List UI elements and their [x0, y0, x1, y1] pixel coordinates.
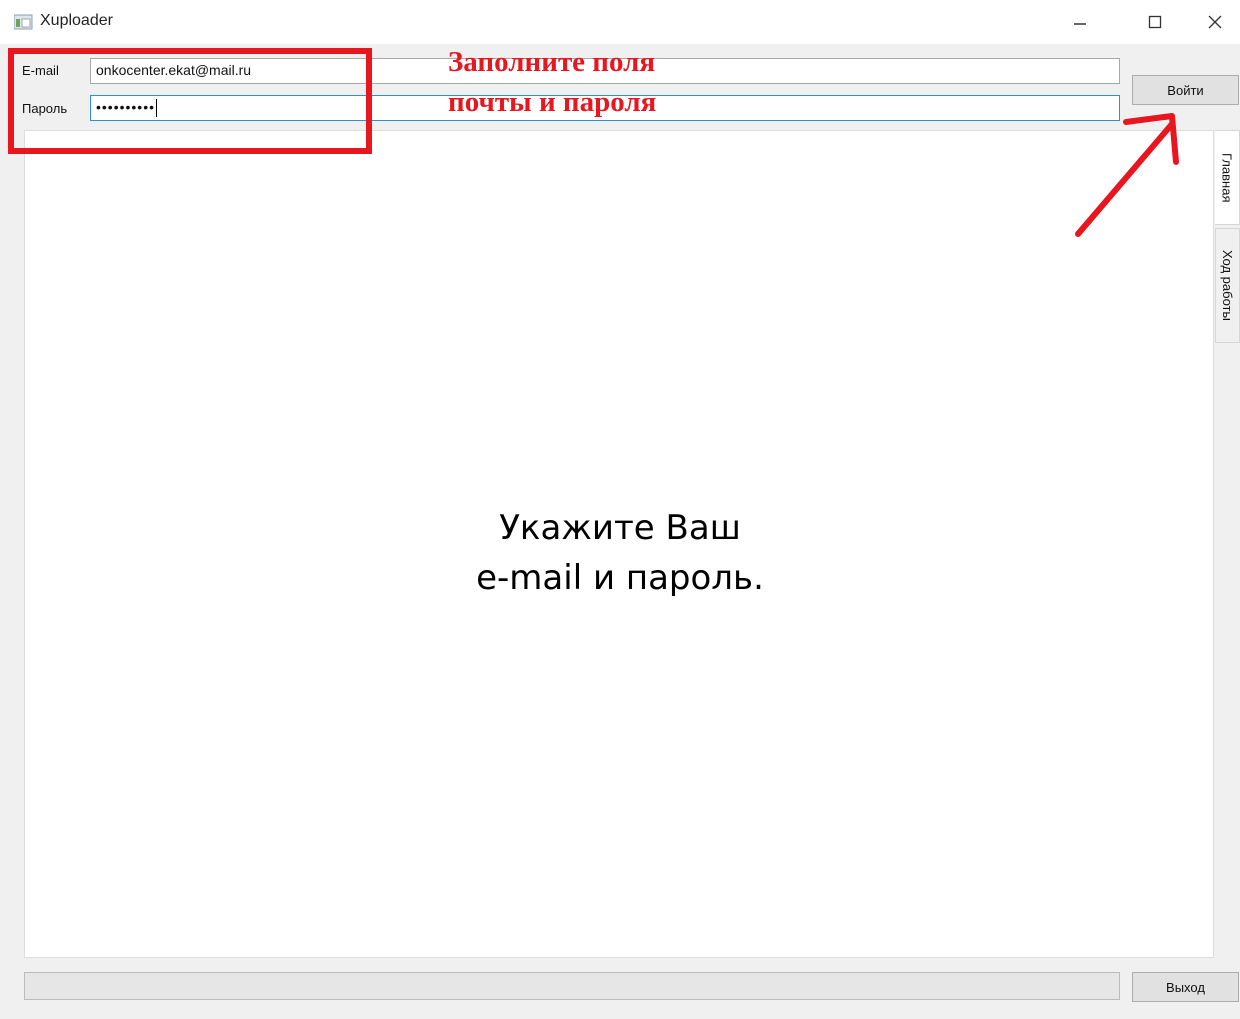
exit-button[interactable]: Выход [1132, 972, 1239, 1002]
message-line-2: e-mail и пароль. [476, 558, 764, 598]
window-title: Xuploader [40, 12, 113, 29]
annotation-line-1: Заполните поля [448, 46, 656, 78]
title-bar: Xuploader [0, 0, 1240, 44]
message-line-1: Укажите Ваш [499, 508, 741, 548]
minimize-button[interactable] [1050, 0, 1110, 44]
tab-progress-label: Ход работы [1220, 250, 1235, 321]
annotation-highlight-box [8, 48, 372, 154]
app-icon [13, 14, 34, 30]
tab-progress[interactable]: Ход работы [1215, 228, 1240, 343]
login-prompt-message: Укажите Ваш e-mail и пароль. [25, 503, 1215, 603]
annotation-arrow-icon [1075, 113, 1179, 237]
close-button[interactable] [1190, 0, 1240, 44]
maximize-icon [1148, 15, 1162, 29]
minimize-icon [1074, 23, 1086, 25]
tab-main[interactable]: Главная [1215, 130, 1240, 225]
maximize-button[interactable] [1125, 0, 1185, 44]
close-icon [1208, 15, 1222, 29]
annotation-line-2: почты и пароля [448, 86, 657, 118]
main-tab-panel: Укажите Ваш e-mail и пароль. [24, 130, 1214, 958]
status-bar [24, 972, 1120, 1000]
tab-main-label: Главная [1219, 152, 1235, 203]
annotation-text: Заполните поля почты и пароля [448, 42, 656, 122]
